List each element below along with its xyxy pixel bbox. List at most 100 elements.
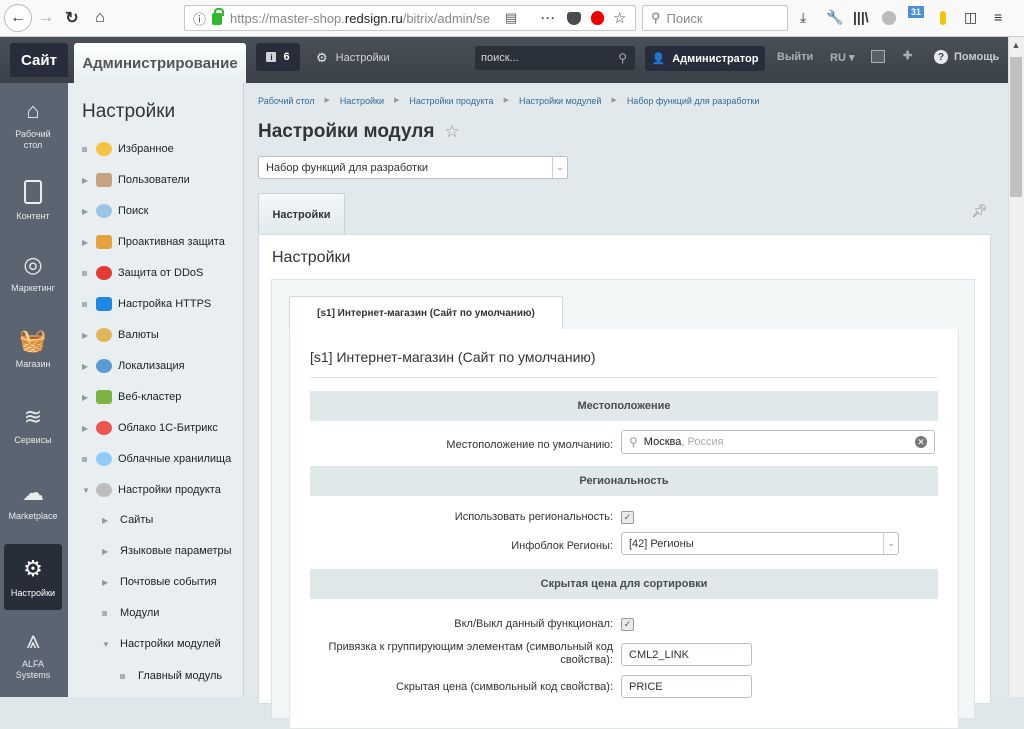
layers-icon: ≋ — [23, 403, 43, 429]
library-icon[interactable]: |||\ — [853, 9, 869, 25]
expand-arrow-icon[interactable]: ▶ — [82, 238, 94, 247]
menu-content[interactable]: Контент — [4, 179, 62, 222]
breadcrumb-link[interactable]: Настройки продукта — [409, 96, 493, 106]
menu-settings[interactable]: ⚙ Настройки — [4, 544, 62, 610]
document-icon — [20, 179, 46, 205]
expand-arrow-icon[interactable]: ▶ — [82, 362, 94, 371]
hotkeys-icon[interactable] — [871, 50, 885, 63]
tab-site-s1[interactable]: [s1] Интернет-магазин (Сайт по умолчанию… — [289, 296, 563, 330]
sidebar-item-bitrix-cloud[interactable]: ▶ Облако 1С-Битрикс — [82, 421, 218, 435]
sidebar-item-localization[interactable]: ▶ Локализация — [82, 359, 185, 373]
menu-services[interactable]: ≋ Сервисы — [4, 403, 62, 446]
breadcrumb-link[interactable]: Набор функций для разработки — [627, 96, 760, 106]
sidebar-item-ddos[interactable]: Защита от DDoS — [82, 266, 203, 280]
section-regionality: Региональность — [310, 466, 938, 496]
notifications-button[interactable]: i 6 — [256, 43, 300, 71]
sidebar-item-mail-events[interactable]: ▶ Почтовые события — [102, 576, 217, 588]
tab-settings[interactable]: Настройки — [258, 193, 345, 235]
toggle-feature-label: Вкл/Выкл данный функционал: — [454, 618, 613, 630]
download-icon[interactable]: ⤓ — [800, 9, 806, 26]
star-icon — [96, 142, 112, 156]
sidebar-item-search[interactable]: ▶ Поиск — [82, 204, 148, 218]
menu-alfa-systems[interactable]: ⩓ ALFA Systems — [4, 627, 62, 681]
shield-icon — [96, 266, 112, 280]
sidebar-item-main-module[interactable]: Главный модуль — [120, 670, 222, 682]
sidebar-item-currencies[interactable]: ▶ Валюты — [82, 328, 159, 342]
sidebar-item-users[interactable]: ▶ Пользователи — [82, 173, 190, 187]
help-link[interactable]: ? Помощь — [934, 50, 999, 64]
scrollbar-thumb[interactable] — [1010, 57, 1022, 197]
ublock-icon[interactable] — [591, 11, 604, 25]
reader-view-icon[interactable]: ▤ — [505, 10, 517, 26]
info-icon[interactable]: ⓘ — [193, 9, 206, 28]
back-icon[interactable]: ← — [4, 4, 32, 32]
expand-arrow-icon[interactable]: ▶ — [82, 424, 94, 433]
pin-icon[interactable]: 📌︎ — [971, 203, 988, 219]
sidebar-item-modules[interactable]: Модули — [102, 607, 159, 619]
sidebar-item-proactive[interactable]: ▶ Проактивная защита — [82, 235, 225, 249]
sidebar-item-webcluster[interactable]: ▶ Веб-кластер — [82, 390, 181, 404]
sidebar-item-module-settings[interactable]: ▼ Настройки модулей — [102, 638, 221, 650]
top-settings-link[interactable]: ⚙ Настройки — [316, 50, 390, 66]
url-bar[interactable]: ⓘ https://master-shop.redsign.ru/bitrix/… — [184, 5, 636, 31]
wrench-icon[interactable]: 🔧 — [826, 9, 843, 26]
breadcrumb-separator-icon: ▶ — [394, 97, 400, 104]
collapse-arrow-icon[interactable]: ▼ — [82, 486, 94, 495]
expand-arrow-icon[interactable]: ▶ — [102, 578, 120, 587]
search-icon[interactable]: ⚲ — [618, 51, 627, 65]
forward-icon[interactable]: → — [36, 8, 56, 28]
globe-icon[interactable] — [882, 11, 896, 25]
sidebar-item-cloud-storage[interactable]: Облачные хранилища — [82, 452, 231, 466]
home-icon[interactable]: ⌂ — [90, 8, 110, 28]
reload-icon[interactable]: ↻ — [62, 8, 82, 28]
calendar-badge-icon[interactable]: 31 — [908, 6, 925, 18]
menu-marketing[interactable]: ◎ Маркетинг — [4, 251, 62, 294]
expand-arrow-icon[interactable]: ▶ — [82, 393, 94, 402]
expand-arrow-icon[interactable]: ▶ — [102, 547, 120, 556]
breadcrumb-link[interactable]: Настройки модулей — [519, 96, 601, 106]
extension-icon[interactable] — [940, 11, 946, 25]
expand-arrow-icon[interactable]: ▶ — [82, 176, 94, 185]
breadcrumb-link[interactable]: Настройки — [340, 96, 384, 106]
url-text[interactable]: https://master-shop.redsign.ru/bitrix/ad… — [230, 11, 500, 26]
expand-arrow-icon[interactable]: ▶ — [102, 516, 120, 525]
expand-arrow-icon[interactable]: ▶ — [82, 331, 94, 340]
group-link-input[interactable]: CML2_LINK — [621, 643, 752, 666]
breadcrumb-link[interactable]: Рабочий стол — [258, 96, 315, 106]
user-button[interactable]: 👤 Администратор — [645, 46, 765, 71]
expand-arrow-icon[interactable]: ▶ — [82, 207, 94, 216]
default-location-input[interactable]: ⚲ Москва, Россия ✕ — [621, 430, 935, 454]
sidebar-item-favorites[interactable]: Избранное — [82, 142, 174, 156]
tab-administration[interactable]: Администрирование — [74, 43, 246, 83]
scroll-up-icon[interactable]: ▲ — [1008, 40, 1024, 54]
sidebar-item-https[interactable]: Настройка HTTPS — [82, 297, 211, 311]
pocket-icon[interactable] — [567, 11, 581, 25]
favorite-star-icon[interactable]: ☆ — [444, 122, 459, 142]
clear-icon[interactable]: ✕ — [915, 436, 927, 448]
logout-link[interactable]: Выйти — [777, 51, 813, 63]
sidebar-toggle-icon[interactable]: ◫ — [964, 9, 977, 26]
menu-shop[interactable]: 🧺 Магазин — [4, 327, 62, 370]
cloud-storage-icon — [96, 452, 112, 466]
toggle-feature-checkbox[interactable]: ✓ — [621, 618, 634, 631]
tab-site[interactable]: Сайт — [10, 43, 68, 77]
collapse-arrow-icon[interactable]: ▼ — [102, 640, 120, 649]
module-select[interactable]: Набор функций для разработки ⌄ — [258, 156, 568, 179]
admin-search-input[interactable]: поиск... ⚲ — [475, 46, 635, 70]
menu-icon[interactable]: ≡ — [994, 9, 1002, 25]
hidden-price-input[interactable]: PRICE — [621, 675, 752, 698]
more-actions-icon[interactable]: ··· — [541, 11, 556, 25]
sidebar-item-sites[interactable]: ▶ Сайты — [102, 514, 153, 526]
sidebar-item-languages[interactable]: ▶ Языковые параметры — [102, 545, 232, 557]
use-regionality-checkbox[interactable]: ✓ — [621, 511, 634, 524]
browser-search-input[interactable]: ⚲ Поиск — [642, 5, 788, 31]
sidebar-item-product-settings[interactable]: ▼ Настройки продукта — [82, 483, 221, 497]
basket-icon: 🧺 — [19, 327, 47, 353]
pin-icon[interactable]: ✚ — [903, 49, 912, 62]
regions-iblock-select[interactable]: [42] Регионы ⌄ — [621, 532, 899, 555]
menu-desktop[interactable]: ⌂ Рабочий стол — [4, 97, 62, 151]
language-selector[interactable]: RU ▾ — [830, 51, 854, 64]
bookmark-star-icon[interactable]: ☆ — [613, 9, 626, 27]
menu-marketplace[interactable]: ☁ Marketplace — [4, 479, 62, 522]
chevron-down-icon: ⌄ — [552, 157, 567, 178]
